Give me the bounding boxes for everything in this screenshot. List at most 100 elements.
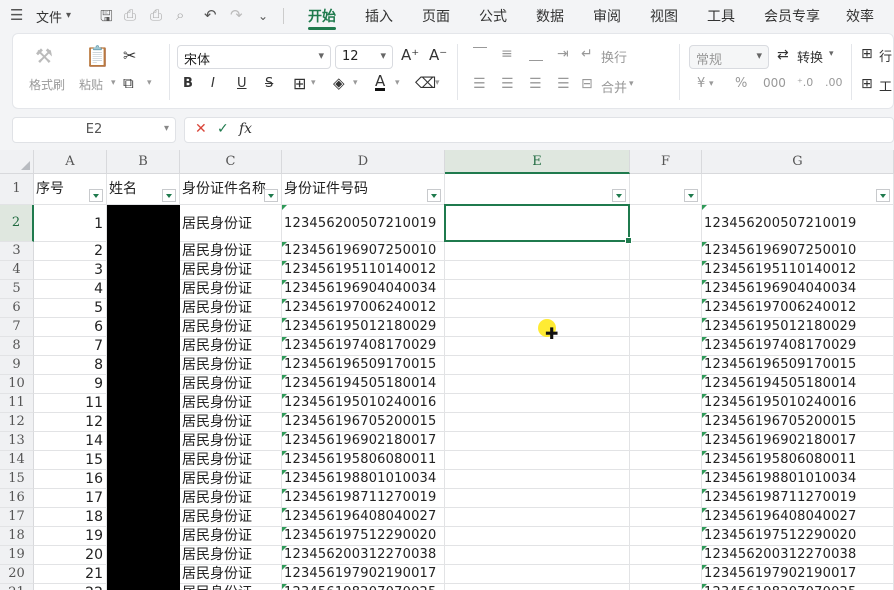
table-cell-d[interactable]: 123456195010240016 bbox=[282, 394, 445, 413]
row-header[interactable]: 16 bbox=[0, 489, 34, 508]
table-cell-e[interactable] bbox=[445, 546, 630, 565]
paste-button[interactable]: 粘贴 bbox=[79, 76, 103, 93]
row-header[interactable]: 11 bbox=[0, 394, 34, 413]
row-header[interactable]: 15 bbox=[0, 470, 34, 489]
tab-data[interactable]: 数据 bbox=[536, 6, 564, 26]
table-cell-e[interactable] bbox=[445, 356, 630, 375]
redacted-name-cell[interactable] bbox=[107, 546, 180, 565]
table-cell-e[interactable] bbox=[445, 375, 630, 394]
row-header[interactable]: 6 bbox=[0, 299, 34, 318]
table-cell-g[interactable]: 123456195012180029 bbox=[702, 318, 894, 337]
row-header[interactable]: 4 bbox=[0, 261, 34, 280]
table-cell-g[interactable]: 123456196902180017 bbox=[702, 432, 894, 451]
header-cell-f[interactable] bbox=[630, 174, 702, 205]
table-cell-c[interactable]: 居民身份证 bbox=[180, 584, 282, 590]
table-cell-a[interactable]: 6 bbox=[34, 318, 107, 337]
cancel-icon[interactable]: ✕ bbox=[195, 121, 207, 137]
table-cell-a[interactable]: 22 bbox=[34, 584, 107, 590]
table-cell-c[interactable]: 居民身份证 bbox=[180, 318, 282, 337]
tab-page[interactable]: 页面 bbox=[422, 6, 450, 26]
quick-access-more-icon[interactable]: ⌄ bbox=[258, 9, 268, 23]
table-cell-c[interactable]: 居民身份证 bbox=[180, 356, 282, 375]
table-cell-e[interactable] bbox=[445, 280, 630, 299]
tab-view[interactable]: 视图 bbox=[650, 6, 678, 26]
table-cell-g[interactable]: 123456196705200015 bbox=[702, 413, 894, 432]
table-cell-f[interactable] bbox=[630, 205, 702, 242]
table-cell-g[interactable]: 123456195110140012 bbox=[702, 261, 894, 280]
align-bottom-icon[interactable]: ⎽ bbox=[529, 46, 543, 62]
table-cell-a[interactable]: 3 bbox=[34, 261, 107, 280]
table-cell-f[interactable] bbox=[630, 280, 702, 299]
tab-review[interactable]: 审阅 bbox=[593, 6, 621, 26]
column-header-g[interactable]: G bbox=[702, 150, 894, 174]
table-cell-f[interactable] bbox=[630, 394, 702, 413]
worksheet-icon[interactable]: ⊞ bbox=[861, 76, 873, 92]
confirm-icon[interactable]: ✓ bbox=[217, 121, 229, 137]
table-cell-c[interactable]: 居民身份证 bbox=[180, 375, 282, 394]
redacted-name-cell[interactable] bbox=[107, 375, 180, 394]
table-cell-a[interactable]: 4 bbox=[34, 280, 107, 299]
table-cell-a[interactable]: 2 bbox=[34, 242, 107, 261]
table-cell-e[interactable] bbox=[445, 394, 630, 413]
table-cell-c[interactable]: 居民身份证 bbox=[180, 508, 282, 527]
currency-icon[interactable]: ¥ bbox=[697, 76, 705, 91]
row-header[interactable]: 18 bbox=[0, 527, 34, 546]
redacted-name-cell[interactable] bbox=[107, 280, 180, 299]
underline-button[interactable]: U bbox=[237, 76, 247, 91]
column-header-f[interactable]: F bbox=[630, 150, 702, 174]
tab-tools[interactable]: 工具 bbox=[707, 6, 735, 26]
filter-dropdown-icon[interactable] bbox=[427, 189, 441, 202]
table-cell-c[interactable]: 居民身份证 bbox=[180, 280, 282, 299]
table-cell-d[interactable]: 123456197006240012 bbox=[282, 299, 445, 318]
row-header[interactable]: 3 bbox=[0, 242, 34, 261]
table-cell-f[interactable] bbox=[630, 242, 702, 261]
strikethrough-button[interactable]: S bbox=[265, 76, 273, 91]
table-cell-g[interactable]: 123456196408040027 bbox=[702, 508, 894, 527]
italic-button[interactable]: I bbox=[211, 76, 215, 91]
table-cell-g[interactable]: 123456195010240016 bbox=[702, 394, 894, 413]
chevron-down-icon[interactable]: ▾ bbox=[709, 79, 714, 89]
table-cell-a[interactable]: 18 bbox=[34, 508, 107, 527]
table-cell-f[interactable] bbox=[630, 584, 702, 590]
header-cell-b[interactable]: 姓名 bbox=[107, 174, 180, 205]
chevron-down-icon[interactable]: ▾ bbox=[164, 123, 169, 134]
column-header-b[interactable]: B bbox=[107, 150, 180, 174]
chevron-down-icon[interactable]: ▾ bbox=[311, 78, 316, 88]
table-cell-d[interactable]: 123456198801010034 bbox=[282, 470, 445, 489]
table-cell-a[interactable]: 17 bbox=[34, 489, 107, 508]
table-cell-a[interactable]: 5 bbox=[34, 299, 107, 318]
table-cell-d[interactable]: 123456196509170015 bbox=[282, 356, 445, 375]
tab-efficiency[interactable]: 效率 bbox=[846, 6, 874, 26]
header-cell-d[interactable]: 身份证件号码 bbox=[282, 174, 445, 205]
wrap-text-button[interactable]: 换行 bbox=[601, 47, 627, 66]
chevron-down-icon[interactable]: ▾ bbox=[147, 78, 152, 88]
header-cell-a[interactable]: 序号 bbox=[34, 174, 107, 205]
row-header[interactable]: 17 bbox=[0, 508, 34, 527]
table-cell-f[interactable] bbox=[630, 375, 702, 394]
redo-icon[interactable]: ↷ bbox=[230, 6, 243, 24]
table-cell-f[interactable] bbox=[630, 546, 702, 565]
table-cell-d[interactable]: 123456195110140012 bbox=[282, 261, 445, 280]
tab-member[interactable]: 会员专享 bbox=[764, 6, 820, 26]
export-icon[interactable]: ⎙ bbox=[124, 6, 136, 24]
table-cell-c[interactable]: 居民身份证 bbox=[180, 451, 282, 470]
redacted-name-cell[interactable] bbox=[107, 318, 180, 337]
table-cell-a[interactable]: 15 bbox=[34, 451, 107, 470]
table-cell-g[interactable]: 123456197512290020 bbox=[702, 527, 894, 546]
row-header[interactable]: 1 bbox=[0, 174, 34, 205]
chevron-down-icon[interactable]: ▾ bbox=[629, 79, 634, 89]
column-header-e[interactable]: E bbox=[445, 150, 630, 174]
tab-formula[interactable]: 公式 bbox=[479, 6, 507, 26]
redacted-name-cell[interactable] bbox=[107, 356, 180, 375]
filter-dropdown-icon[interactable] bbox=[264, 189, 278, 202]
thousands-icon[interactable]: 000 bbox=[763, 76, 786, 90]
convert-icon[interactable]: ⇄ bbox=[777, 47, 789, 63]
table-cell-g[interactable]: 123456194505180014 bbox=[702, 375, 894, 394]
table-cell-f[interactable] bbox=[630, 299, 702, 318]
table-cell-a[interactable]: 8 bbox=[34, 356, 107, 375]
format-painter-button[interactable]: 格式刷 bbox=[29, 76, 65, 93]
table-cell-a[interactable]: 1 bbox=[34, 205, 107, 242]
table-cell-d[interactable]: 123456197408170029 bbox=[282, 337, 445, 356]
increase-decimal-icon[interactable]: ⁺.0 bbox=[797, 76, 813, 89]
header-cell-e[interactable] bbox=[445, 174, 630, 205]
